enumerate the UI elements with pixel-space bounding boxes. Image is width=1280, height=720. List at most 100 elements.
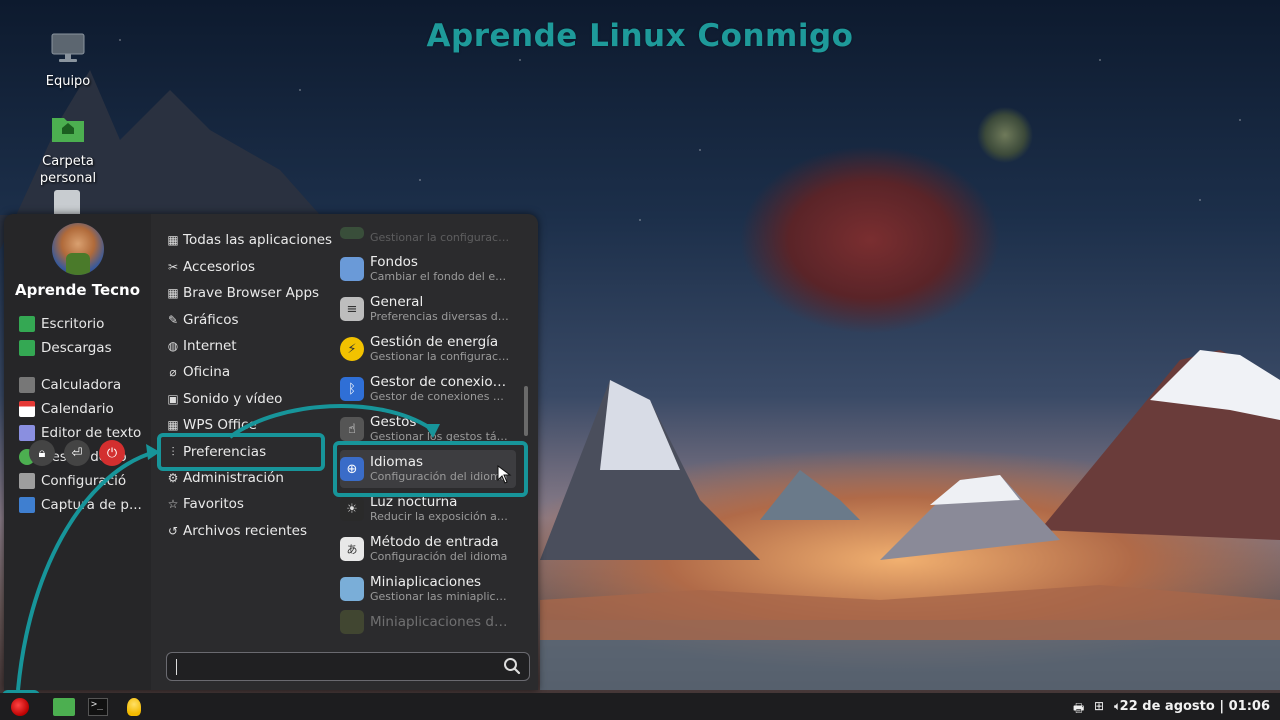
- app-description: Gestionar los gestos tácti...: [370, 430, 510, 443]
- category-internet[interactable]: ◍ Internet: [166, 335, 237, 357]
- wallpaper-icon: [340, 257, 364, 281]
- category-label: Administración: [183, 470, 284, 486]
- category-label: Sonido y vídeo: [183, 391, 283, 407]
- avatar[interactable]: [52, 223, 104, 275]
- printer-icon[interactable]: 🖶: [1073, 699, 1084, 720]
- app-item-gestos[interactable]: ☝ Gestos Gestionar los gestos tácti...: [340, 410, 516, 448]
- category-archivos-recientes[interactable]: ↺ Archivos recientes: [166, 520, 307, 542]
- category-label: Preferencias: [183, 444, 267, 460]
- favorite-calendario[interactable]: Calendario: [19, 398, 144, 420]
- app-item-partial-top[interactable]: Gestionar la configuració...: [340, 220, 516, 246]
- place-escritorio[interactable]: Escritorio: [19, 313, 144, 335]
- category-brave-browser-apps[interactable]: ▦ Brave Browser Apps: [166, 282, 319, 304]
- power-icon: ⏻: [106, 445, 118, 461]
- app-name: Miniaplicaciones: [370, 574, 482, 590]
- place-descargas[interactable]: Descargas: [19, 337, 144, 359]
- app-item-idiomas[interactable]: ⊕ Idiomas Configuración del idioma: [340, 450, 516, 488]
- favorite-captura-de-pantalla[interactable]: Captura de p...: [19, 494, 144, 516]
- folder-icon: [53, 698, 75, 716]
- terminal-launcher[interactable]: >_: [86, 696, 110, 718]
- place-label: Escritorio: [41, 316, 105, 332]
- calendar-icon: [19, 401, 35, 417]
- search-input[interactable]: [179, 656, 479, 677]
- app-item-partial-bottom[interactable]: Miniaplicaciones del...: [340, 610, 516, 634]
- favorite-label: Captura de p...: [41, 497, 142, 513]
- favorite-label: Calendario: [41, 401, 114, 417]
- app-description: Configuración del idioma: [370, 470, 508, 483]
- category-label: Internet: [183, 338, 237, 354]
- files-launcher[interactable]: [52, 696, 76, 718]
- network-icon[interactable]: ⊞: [1094, 699, 1104, 713]
- trash-icon[interactable]: [54, 190, 80, 214]
- app-description: Gestionar las miniaplicaci...: [370, 590, 510, 603]
- app-name: Gestor de conexion...: [370, 374, 510, 390]
- app-name: Fondos: [370, 254, 418, 270]
- app-item-gestion-de-energia[interactable]: ⚡ Gestión de energía Gestionar la configu…: [340, 330, 516, 368]
- tools-icon: ✂: [167, 260, 179, 274]
- language-globe-icon: ⊕: [340, 457, 364, 481]
- app-name: Luz nocturna: [370, 494, 458, 510]
- category-label: Todas las aplicaciones: [183, 232, 333, 248]
- search-icon[interactable]: [503, 657, 521, 675]
- night-light-icon: ☀: [340, 497, 364, 521]
- category-wps-office[interactable]: ▦ WPS Office: [166, 414, 257, 436]
- app-description: Gestor de conexiones Blu...: [370, 390, 510, 403]
- app-item-fondos[interactable]: Fondos Cambiar el fondo del escri...: [340, 250, 516, 288]
- category-label: Favoritos: [183, 496, 244, 512]
- lightbulb-launcher[interactable]: [122, 696, 146, 718]
- app-item-general[interactable]: ≡ General Preferencias diversas de ...: [340, 290, 516, 328]
- category-administracion[interactable]: ⚙ Administración: [166, 467, 284, 489]
- app-description: Cambiar el fondo del escri...: [370, 270, 510, 283]
- category-oficina[interactable]: ⌀ Oficina: [166, 361, 230, 383]
- app-item-metodo-de-entrada[interactable]: あ Método de entrada Configuración del idi…: [340, 530, 516, 568]
- desklets-icon: [340, 610, 364, 634]
- favorite-configuracion[interactable]: Configuració: [19, 470, 144, 492]
- app-description: Reducir la exposición a la ...: [370, 510, 510, 523]
- category-sonido-y-video[interactable]: ▣ Sonido y vídeo: [166, 388, 282, 410]
- app-list-scrollbar[interactable]: [524, 386, 528, 436]
- lightbulb-icon: [127, 698, 141, 716]
- app-item-luz-nocturna[interactable]: ☀ Luz nocturna Reducir la exposición a la…: [340, 490, 516, 528]
- calculator-icon: [19, 377, 35, 393]
- clock[interactable]: 22 de agosto | 01:06: [1120, 699, 1270, 714]
- app-item-miniaplicaciones[interactable]: Miniaplicaciones Gestionar las miniaplica…: [340, 570, 516, 608]
- app-name: Gestión de energía: [370, 334, 499, 350]
- text-editor-icon: [19, 425, 35, 441]
- menu-button[interactable]: [8, 696, 32, 718]
- user-name: Aprende Tecno: [14, 281, 141, 299]
- logout-button[interactable]: ⏎: [64, 440, 90, 466]
- power-management-icon: ⚡: [340, 337, 364, 361]
- favorite-calculadora[interactable]: Calculadora: [19, 374, 144, 396]
- app-name: General: [370, 294, 424, 310]
- computer-icon: [51, 33, 85, 62]
- category-accesorios[interactable]: ✂ Accesorios: [166, 256, 255, 278]
- general-settings-icon: ≡: [340, 297, 364, 321]
- power-button[interactable]: ⏻: [99, 440, 125, 466]
- input-method-icon: あ: [340, 537, 364, 561]
- app-description: Gestionar la configuració...: [370, 350, 510, 363]
- category-favoritos[interactable]: ☆ Favoritos: [166, 493, 244, 515]
- menu-search-field[interactable]: [166, 652, 530, 681]
- desktop-icon-carpeta-personal[interactable]: Carpeta personal: [23, 112, 113, 187]
- favorite-label: Configuració: [41, 473, 127, 489]
- sliders-icon: ⫶: [171, 444, 175, 459]
- star-icon: ☆: [167, 497, 179, 511]
- history-icon: ↺: [167, 524, 179, 538]
- favorite-label: Calculadora: [41, 377, 122, 393]
- app-name: Idiomas: [370, 454, 424, 470]
- desktop-icon-equipo[interactable]: Equipo: [23, 32, 113, 90]
- category-preferencias[interactable]: ⫶ Preferencias: [166, 441, 266, 463]
- category-graficos[interactable]: ✎ Gráficos: [166, 309, 239, 331]
- app-item-gestor-de-conexiones[interactable]: ᛒ Gestor de conexion... Gestor de conexio…: [340, 370, 516, 408]
- lock-button[interactable]: 🔒︎: [29, 440, 55, 466]
- desktop-icon-label: Carpeta personal: [39, 154, 97, 186]
- category-label: WPS Office: [183, 417, 257, 433]
- text-caret: [176, 659, 177, 675]
- paperclip-icon: ⌀: [169, 365, 177, 379]
- app-description: Configuración del idioma: [370, 550, 508, 563]
- app-name: Método de entrada: [370, 534, 499, 550]
- gear-icon: ⚙: [167, 471, 179, 485]
- category-todas-las-aplicaciones[interactable]: ▦ Todas las aplicaciones: [166, 229, 332, 251]
- mint-logo-icon: [11, 698, 29, 716]
- palette-icon: ✎: [167, 313, 179, 327]
